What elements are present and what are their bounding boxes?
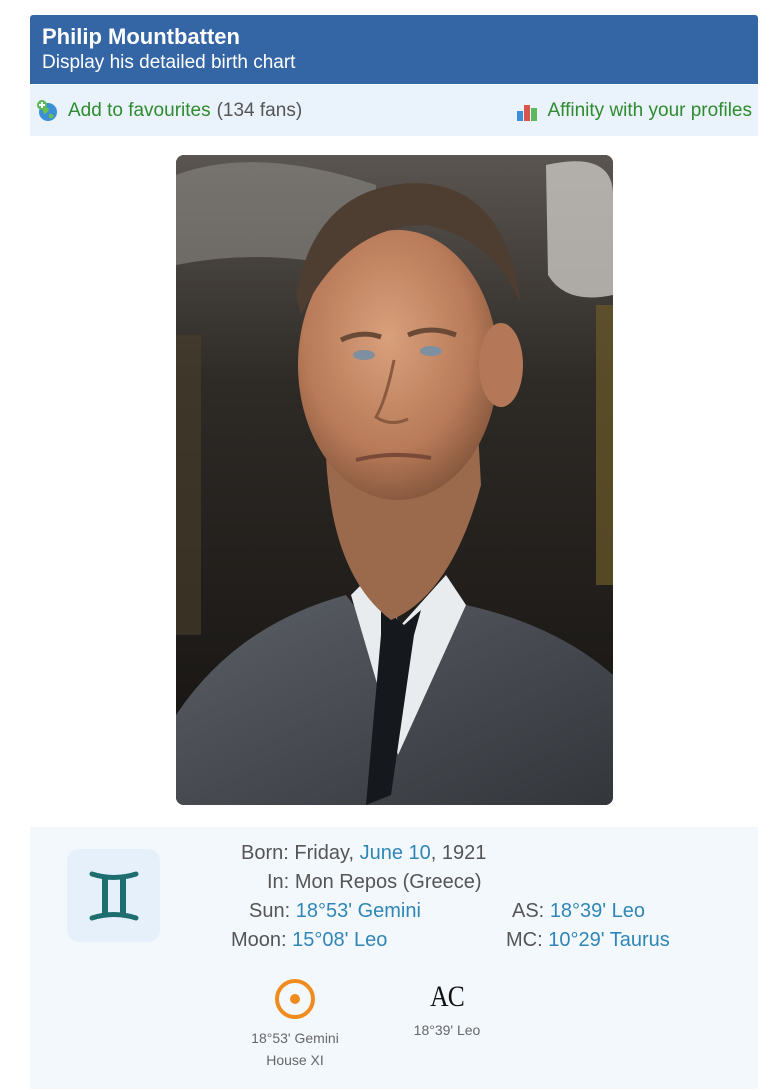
birthplace: Mon Repos (Greece) [294,871,482,893]
action-bar: Add to favourites (134 fans) Affinity wi… [30,85,758,136]
globe-plus-icon [37,99,57,121]
moon-position-link[interactable]: 15°08' Leo [292,929,387,951]
ascendant-glyph: AC [430,980,465,1013]
mc-position-link[interactable]: 10°29' Taurus [548,929,670,951]
moon-label: Moon: [231,929,287,951]
page-title[interactable]: Philip Mountbatten [42,23,746,50]
moon-row: Moon: 15°08' Leo [231,928,387,952]
ascendant-highlight[interactable]: AC 18°39' Leo [397,977,497,1041]
birthplace-row: In: Mon Repos (Greece) [267,870,482,894]
affinity-label: Affinity with your profiles [547,99,752,121]
as-label: AS: [512,900,545,922]
ascendant-position-link[interactable]: 18°39' Leo [550,900,645,922]
born-row: Born: Friday, June 10, 1921 [241,841,486,865]
fans-count: (134 fans) [216,99,303,121]
sun-highlight-position: 18°53' Gemini [251,1030,339,1046]
born-day: Friday, [294,842,355,864]
in-label: In: [267,871,290,893]
sun-row: Sun: 18°53' Gemini [249,899,421,923]
born-date-link[interactable]: June 10 [360,842,431,864]
sun-position-link[interactable]: 18°53' Gemini [296,900,421,922]
add-to-favourites-button[interactable]: Add to favourites (134 fans) [36,99,302,123]
ascendant-highlight-position: 18°39' Leo [413,1022,481,1038]
born-label: Born: [241,842,289,864]
mc-label: MC: [506,929,543,951]
portrait-photo [176,155,613,805]
ascendant-row: AS: 18°39' Leo [512,899,645,923]
zodiac-sign-badge[interactable] [67,849,160,942]
birth-info-panel: Born: Friday, June 10, 1921 In: Mon Repo… [30,827,758,1089]
sun-highlight-house: House XI [266,1052,324,1068]
born-year: , 1921 [430,842,487,864]
birth-chart-link[interactable]: Display his detailed birth chart [42,51,746,75]
bar-chart-icon [517,104,538,121]
sun-highlight[interactable]: 18°53' Gemini House XI [245,977,345,1071]
sun-icon [275,979,315,1019]
gemini-icon [89,871,138,920]
affinity-button[interactable]: Affinity with your profiles [515,99,752,123]
sun-label: Sun: [249,900,291,922]
profile-header[interactable]: Philip Mountbatten Display his detailed … [30,15,758,84]
portrait-image [176,155,613,805]
favourites-label: Add to favourites [68,99,211,121]
mc-row: MC: 10°29' Taurus [506,928,670,952]
